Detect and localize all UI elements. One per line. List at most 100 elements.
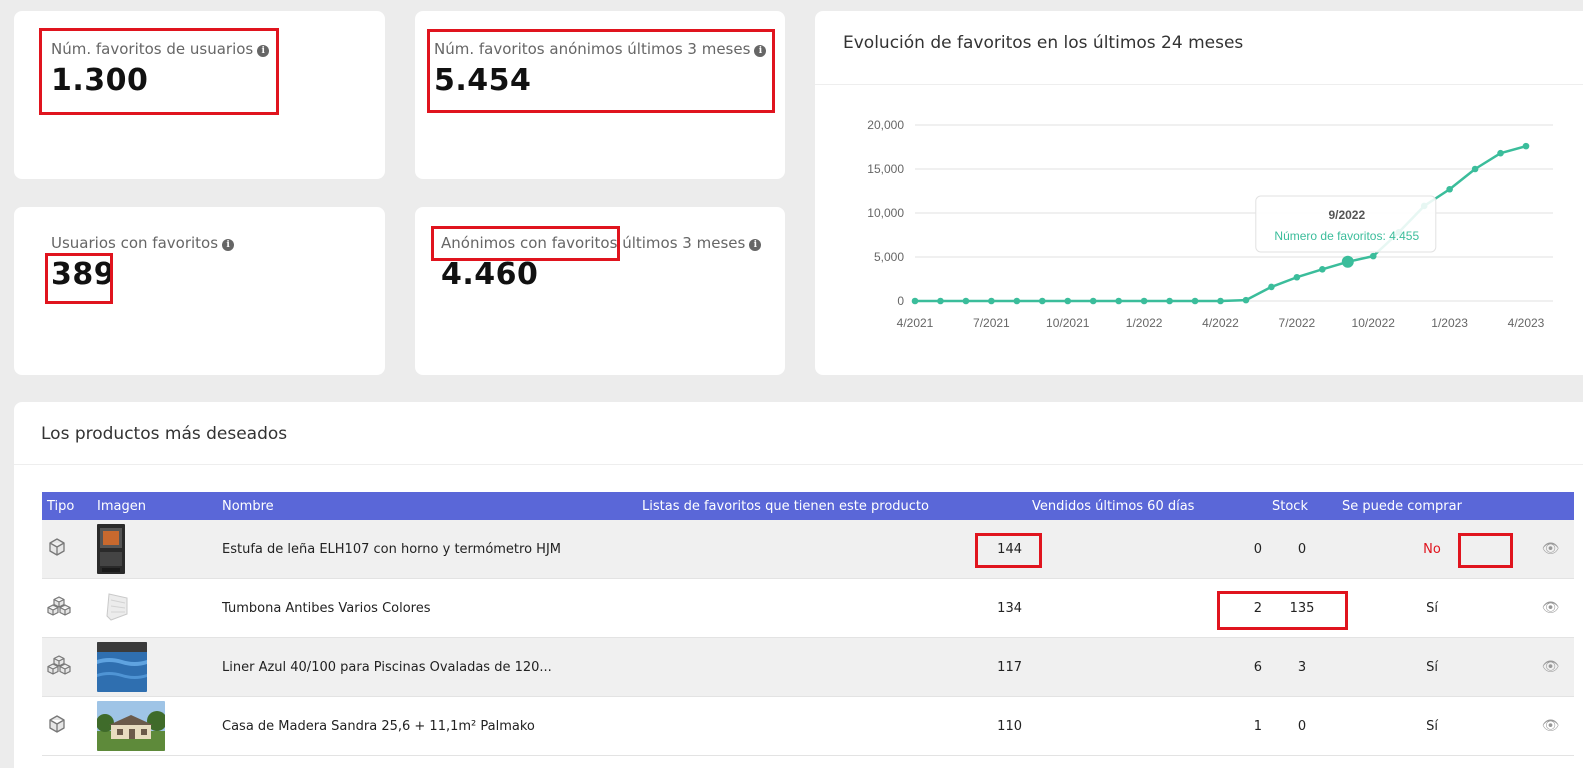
y-tick-label: 5,000 <box>874 250 904 264</box>
column-header-stock[interactable]: Stock <box>1267 492 1337 520</box>
buyable-status: Sí <box>1337 637 1527 697</box>
data-point <box>1089 297 1097 305</box>
eye-icon[interactable]: 👁 <box>1542 541 1560 557</box>
x-tick-label: 1/2022 <box>1126 316 1163 330</box>
table-row[interactable]: Liner Azul 40/100 para Piscinas Ovaladas… <box>42 637 1574 697</box>
data-point <box>1471 165 1479 173</box>
buyable-status: Sí <box>1337 696 1527 756</box>
highlight-box <box>431 226 620 261</box>
tooltip-box <box>1255 195 1437 253</box>
x-tick-label: 7/2022 <box>1279 316 1316 330</box>
data-point <box>1242 296 1250 304</box>
wooden-house-image[interactable] <box>97 701 165 751</box>
buyable-status: Sí <box>1337 578 1527 638</box>
single-box-icon <box>49 538 65 556</box>
product-name[interactable]: Casa de Madera Sandra 25,6 + 11,1m² Palm… <box>217 696 637 756</box>
single-box-icon <box>49 715 65 733</box>
data-point <box>1369 252 1377 260</box>
highlight-box <box>1458 533 1513 568</box>
line-chart: 0 5,000 10,000 15,000 20,000 4/2021 7/2021 10/2… <box>867 118 1553 330</box>
product-name[interactable]: Tumbona Antibes Varios Colores <box>217 578 637 638</box>
highlight-box <box>427 29 775 113</box>
data-point <box>1446 185 1453 193</box>
stove-image[interactable] <box>97 524 125 574</box>
eye-icon[interactable]: 👁 <box>1542 600 1560 616</box>
kpi-value: 4.460 <box>441 257 539 292</box>
view-cell: 👁 <box>1527 696 1574 756</box>
data-point <box>962 297 970 305</box>
column-header-lists[interactable]: Listas de favoritos que tienen este prod… <box>637 492 1027 520</box>
multi-box-icon <box>47 655 71 675</box>
type-cell <box>42 696 92 756</box>
table-row[interactable]: Estufa de leña ELH107 con horno y termóm… <box>42 520 1574 579</box>
lists-count: 134 <box>637 578 1027 638</box>
data-point <box>911 297 919 305</box>
sold-count: 0 <box>1027 520 1267 579</box>
view-cell: 👁 <box>1527 520 1574 579</box>
highlighted-point <box>1341 255 1354 268</box>
data-point <box>1166 297 1173 305</box>
column-header-buyable[interactable]: Se puede comprar <box>1337 492 1527 520</box>
stock-count: 3 <box>1267 637 1337 697</box>
product-name[interactable]: Estufa de leña ELH107 con horno y termóm… <box>217 520 637 579</box>
column-header-sold[interactable]: Vendidos últimos 60 días <box>1027 492 1267 520</box>
highlight-box <box>975 533 1042 568</box>
data-point <box>937 297 944 305</box>
view-cell: 👁 <box>1527 637 1574 697</box>
sold-count: 6 <box>1027 637 1267 697</box>
type-cell <box>42 520 92 579</box>
y-tick-label: 20,000 <box>867 118 904 132</box>
image-cell <box>92 578 217 638</box>
x-tick-label: 10/2022 <box>1352 316 1396 330</box>
info-icon[interactable]: i <box>749 239 762 251</box>
data-point <box>1217 297 1224 305</box>
view-cell: 👁 <box>1527 578 1574 638</box>
tooltip-title: 9/2022 <box>1328 208 1365 222</box>
x-tick-label: 4/2022 <box>1202 316 1239 330</box>
product-name[interactable]: Liner Azul 40/100 para Piscinas Ovaladas… <box>217 637 637 697</box>
data-point <box>1140 297 1148 305</box>
image-cell <box>92 637 217 697</box>
data-point <box>1522 142 1530 150</box>
y-tick-label: 15,000 <box>867 162 904 176</box>
y-tick-label: 10,000 <box>867 206 904 220</box>
column-header-image[interactable]: Imagen <box>92 492 217 520</box>
highlight-box <box>39 28 279 115</box>
type-cell <box>42 578 92 638</box>
x-tick-label: 7/2021 <box>973 316 1010 330</box>
lounger-image[interactable] <box>97 590 137 626</box>
x-tick-label: 4/2021 <box>897 316 934 330</box>
tooltip-text: Número de favoritos: 4.455 <box>1274 229 1419 243</box>
column-header-actions <box>1527 492 1574 520</box>
lists-count: 117 <box>637 637 1027 697</box>
table-row[interactable]: Casa de Madera Sandra 25,6 + 11,1m² Palm… <box>42 696 1574 756</box>
liner-image[interactable] <box>97 642 147 692</box>
column-header-type[interactable]: Tipo <box>42 492 92 520</box>
kpi-label: Usuarios con favoritos i <box>51 234 235 252</box>
data-point <box>1038 297 1046 305</box>
column-header-name[interactable]: Nombre <box>217 492 637 520</box>
image-cell <box>92 520 217 579</box>
stock-count: 0 <box>1267 696 1337 756</box>
eye-icon[interactable]: 👁 <box>1542 718 1560 734</box>
lists-count: 144 <box>637 520 1027 579</box>
eye-icon[interactable]: 👁 <box>1542 659 1560 675</box>
highlight-box <box>1217 591 1348 630</box>
divider <box>14 464 1583 465</box>
section-title: Los productos más deseados <box>41 424 288 444</box>
data-point <box>1497 149 1504 157</box>
y-tick-label: 0 <box>897 294 904 308</box>
data-point <box>988 297 995 305</box>
products-section: Los productos más deseados Tipo Imagen N… <box>14 402 1583 768</box>
data-point <box>1293 273 1301 281</box>
data-point <box>1013 297 1021 305</box>
x-tick-label: 4/2023 <box>1508 316 1545 330</box>
stock-count: 0 <box>1267 520 1337 579</box>
data-point <box>1064 297 1072 305</box>
info-icon[interactable]: i <box>222 239 235 251</box>
highlight-box <box>45 253 113 304</box>
multi-box-icon <box>47 596 71 616</box>
data-point <box>1191 297 1199 305</box>
x-tick-label: 1/2023 <box>1431 316 1468 330</box>
image-cell <box>92 696 217 756</box>
